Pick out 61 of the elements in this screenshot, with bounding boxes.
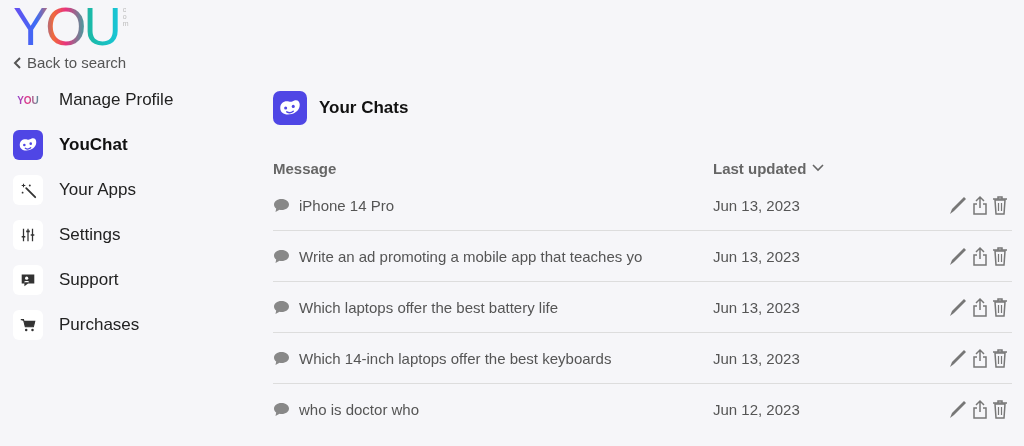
share-icon [972,348,988,368]
share-button[interactable] [972,195,988,215]
sidebar-item[interactable]: Support [13,265,119,295]
date-cell-text: Jun 13, 2023 [713,196,801,214]
trash-icon [992,195,1008,215]
chevron-left-icon [13,56,23,69]
edit-button[interactable] [948,246,968,266]
date-cell-text: Jun 13, 2023 [713,247,801,265]
share-icon [972,399,988,419]
cart-icon [19,316,37,334]
delete-button[interactable] [992,399,1008,419]
share-button[interactable] [972,246,988,266]
sidebar-item[interactable]: Your Apps [13,175,136,205]
sliders-icon [19,226,37,244]
sidebar-item[interactable]: Settings [13,220,121,250]
trash-icon [992,348,1008,368]
delete-button[interactable] [992,195,1008,215]
edit-button[interactable] [948,348,968,368]
sort-header[interactable]: Last updated [713,159,913,177]
share-icon [972,297,988,317]
chat-title[interactable]: Which laptops offer the best battery life [299,298,559,316]
speech-bubble-icon [273,350,290,366]
chevron-down-icon [812,164,825,172]
share-button[interactable] [972,399,988,419]
pencil-icon [948,195,968,215]
pencil-icon [948,399,968,419]
share-icon [972,246,988,266]
date-cell-text: Jun 12, 2023 [713,400,801,418]
chat-app-icon [273,91,307,125]
sidebar-item[interactable]: Purchases [13,310,140,340]
pencil-icon [948,348,968,368]
share-icon [972,195,988,215]
column-header: Message [273,159,338,177]
chat-title[interactable]: iPhone 14 Pro [299,196,395,214]
magic-wand-icon [19,181,37,199]
sidebar-item[interactable]: YOU Manage Profile [13,85,174,115]
sidebar-item[interactable]: YouChat [13,130,128,160]
chat-title[interactable]: who is doctor who [299,400,420,418]
edit-button[interactable] [948,297,968,317]
chat-title[interactable]: Write an ad promoting a mobile app that teaches yo [299,247,643,265]
speech-bubble-icon [273,197,290,213]
delete-button[interactable] [992,297,1008,317]
delete-button[interactable] [992,348,1008,368]
edit-button[interactable] [948,399,968,419]
delete-button[interactable] [992,246,1008,266]
page-title: Your Chats [319,98,409,118]
speech-bubble-icon [273,299,290,315]
share-button[interactable] [972,348,988,368]
edit-button[interactable] [948,195,968,215]
date-cell-text: Jun 13, 2023 [713,298,801,316]
trash-icon [992,297,1008,317]
speech-bubble-icon [273,401,290,417]
speech-bubble-icon [273,248,290,264]
trash-icon [992,399,1008,419]
chat-title[interactable]: Which 14-inch laptops offer the best keyboards [299,349,612,367]
pencil-icon [948,246,968,266]
back-link[interactable]: Back to search [13,54,127,71]
date-cell-text: Jun 13, 2023 [713,349,801,367]
trash-icon [992,246,1008,266]
pencil-icon [948,297,968,317]
share-button[interactable] [972,297,988,317]
